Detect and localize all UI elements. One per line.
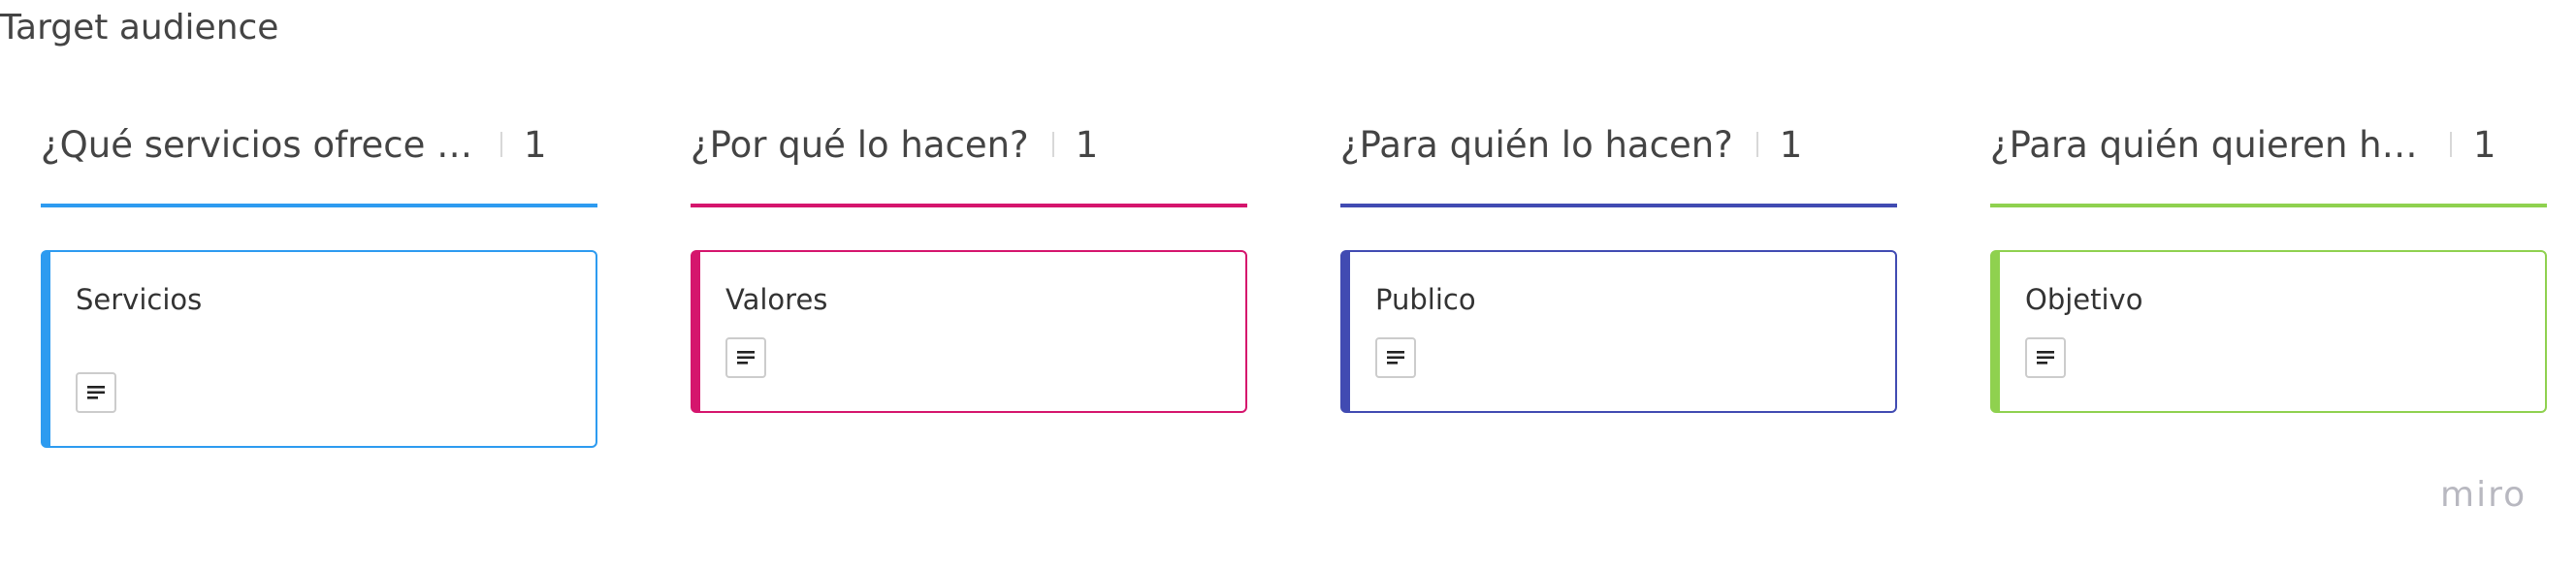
card-title[interactable]: Valores (725, 283, 827, 316)
kanban-card[interactable]: Publico (1340, 250, 1897, 413)
kanban-column: ¿Para quién quieren hace... 1 Objetivo (1990, 116, 2547, 413)
column-header[interactable]: ¿Qué servicios ofrece la e... 1 (41, 116, 597, 173)
description-icon[interactable] (76, 372, 116, 413)
column-underline (1990, 204, 2547, 207)
column-card-count: 1 (524, 123, 547, 166)
card-title[interactable]: Objetivo (2025, 283, 2142, 316)
kanban-card[interactable]: Servicios (41, 250, 597, 448)
column-underline (1340, 204, 1897, 207)
description-icon[interactable] (725, 337, 766, 378)
column-header[interactable]: ¿Para quién quieren hace... 1 (1990, 116, 2547, 173)
column-card-count: 1 (1075, 123, 1099, 166)
column-header-divider (2450, 132, 2452, 157)
column-title[interactable]: ¿Para quién quieren hace... (1990, 124, 2427, 166)
column-card-count: 1 (1779, 123, 1803, 166)
column-header-divider (1051, 132, 1054, 157)
column-title[interactable]: ¿Para quién lo hacen? (1340, 124, 1733, 166)
kanban-card[interactable]: Valores (691, 250, 1247, 413)
column-header-divider (1755, 132, 1758, 157)
column-card-count: 1 (2473, 123, 2496, 166)
column-underline (691, 204, 1247, 207)
kanban-column: ¿Qué servicios ofrece la e... 1 Servicio… (41, 116, 597, 448)
description-icon[interactable] (2025, 337, 2066, 378)
card-title[interactable]: Servicios (76, 283, 202, 316)
kanban-column: ¿Por qué lo hacen? 1 Valores (691, 116, 1247, 413)
frame-title: Target audience (0, 8, 279, 48)
column-header[interactable]: ¿Por qué lo hacen? 1 (691, 116, 1247, 173)
column-header[interactable]: ¿Para quién lo hacen? 1 (1340, 116, 1897, 173)
card-title[interactable]: Publico (1375, 283, 1476, 316)
column-underline (41, 204, 597, 207)
column-title[interactable]: ¿Qué servicios ofrece la e... (41, 124, 477, 166)
kanban-column: ¿Para quién lo hacen? 1 Publico (1340, 116, 1897, 413)
miro-logo: miro (2440, 475, 2528, 515)
description-icon[interactable] (1375, 337, 1416, 378)
column-header-divider (500, 132, 502, 157)
column-title[interactable]: ¿Por qué lo hacen? (691, 124, 1029, 166)
kanban-card[interactable]: Objetivo (1990, 250, 2547, 413)
